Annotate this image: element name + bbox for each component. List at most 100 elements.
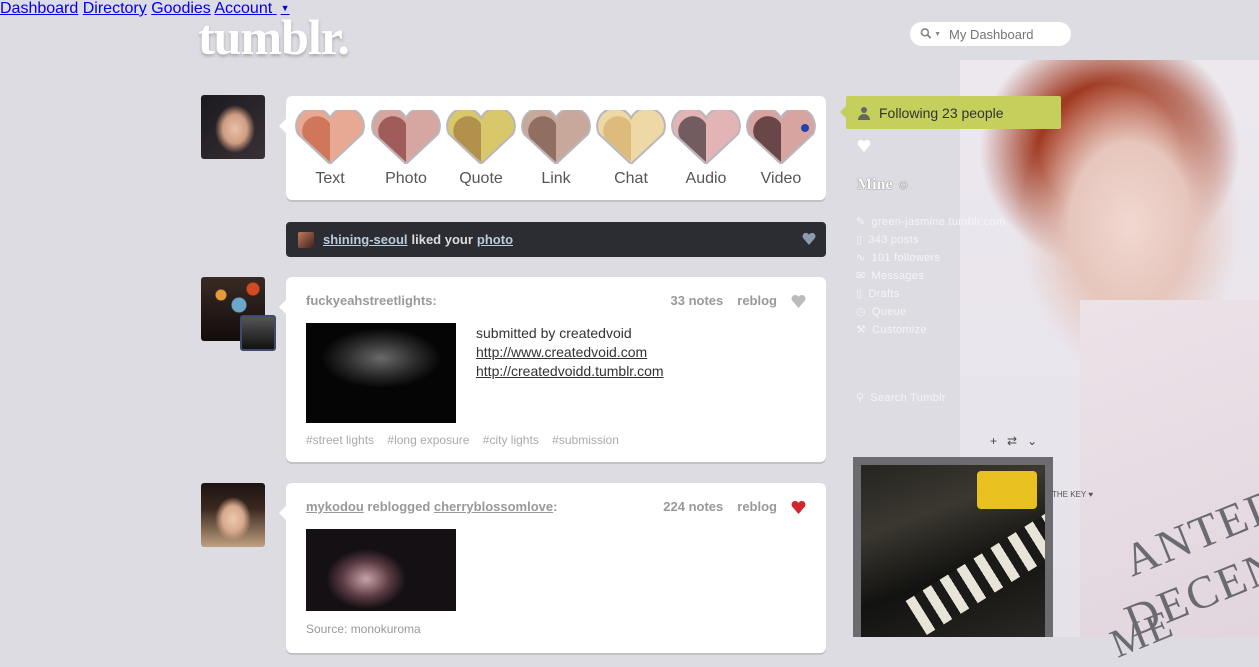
chevron-down-icon[interactable]: ⌄ <box>1027 434 1037 448</box>
link-heart-icon <box>521 110 591 164</box>
author-colon: : <box>553 499 558 514</box>
post-header: fuckyeahstreetlights: 33 notes reblog <box>306 293 806 308</box>
tag[interactable]: #street lights <box>306 433 374 447</box>
document-icon: ▯ <box>856 234 863 246</box>
post-type-photo[interactable]: Photo <box>369 110 443 188</box>
post-type-text-label: Text <box>315 170 345 187</box>
post-type-link[interactable]: Link <box>519 110 593 188</box>
following-pointer <box>840 106 846 118</box>
sidebar-item-blog[interactable]: ✎ green-jasmine.tumblr.com <box>856 215 1005 228</box>
reblog-icon[interactable]: ⇄ <box>1007 434 1017 448</box>
post-header: mykodou reblogged cherryblossomlove: 224… <box>306 499 806 514</box>
search-input[interactable] <box>947 25 1071 43</box>
tag[interactable]: #submission <box>552 433 619 447</box>
heart-icon <box>802 232 816 245</box>
chat-heart-icon <box>596 110 666 164</box>
post-body-text: submitted by createdvoid <box>476 325 632 341</box>
sidebar-item-customize[interactable]: ⚒ Customize <box>856 323 927 336</box>
tag[interactable]: #city lights <box>483 433 539 447</box>
post-type-video[interactable]: Video <box>744 110 818 188</box>
post-type-card: Text Photo Quote Link Chat Audio Video <box>279 96 826 200</box>
tag[interactable]: #long exposure <box>387 433 469 447</box>
plus-icon[interactable]: + <box>990 434 997 448</box>
nav-dashboard[interactable]: Dashboard <box>0 0 78 17</box>
notification-user-link[interactable]: shining-seoul <box>323 232 408 247</box>
notes-count[interactable]: 33 notes <box>671 293 724 308</box>
heart-icon: ♥ <box>1088 490 1094 499</box>
graph-icon: ∿ <box>856 252 866 264</box>
text-heart-icon <box>295 110 365 164</box>
sidebar-item-label: 343 posts <box>868 234 919 246</box>
reblog-source-user[interactable]: cherryblossomlove <box>434 499 553 514</box>
post-card-2: mykodou reblogged cherryblossomlove: 224… <box>279 483 826 653</box>
post-type-audio[interactable]: Audio <box>669 110 743 188</box>
sidebar-title: Mine ☺ <box>857 176 910 194</box>
like-heart-icon[interactable] <box>791 294 806 308</box>
sidebar-search-tumblr[interactable]: ⚲ Search Tumblr <box>856 391 946 404</box>
tumblr-logo[interactable]: tumblr. <box>198 8 350 66</box>
radar-preview[interactable] <box>853 457 1053 637</box>
smile-icon: ☺ <box>896 177 910 192</box>
post-type-quote-label: Quote <box>459 170 503 187</box>
post-tags: #street lights #long exposure #city ligh… <box>306 433 629 447</box>
post-photo[interactable] <box>306 323 456 423</box>
post-photo[interactable] <box>306 529 456 611</box>
sidebar-item-label: Customize <box>872 324 927 336</box>
reblog-button[interactable]: reblog <box>737 293 777 308</box>
nav-directory[interactable]: Directory <box>83 0 147 17</box>
reblog-button[interactable]: reblog <box>737 499 777 514</box>
card-pointer <box>279 505 287 521</box>
the-key-text: THE KEY ♥ <box>1052 490 1093 499</box>
sidebar-item-drafts[interactable]: ▯ Drafts <box>856 287 900 300</box>
post-type-audio-label: Audio <box>685 170 727 187</box>
audio-heart-icon <box>671 110 741 164</box>
post-author[interactable]: mykodou <box>306 499 364 514</box>
sidebar-search-label: Search Tumblr <box>870 392 946 404</box>
clock-icon: ◷ <box>856 306 866 318</box>
sidebar-item-messages[interactable]: ✉ Messages <box>856 269 924 282</box>
dashboard-search[interactable]: ▼ <box>910 22 1071 46</box>
sidebar-item-label: Queue <box>871 306 907 318</box>
reblogged-text: reblogged <box>367 499 431 514</box>
likes-heart-icon[interactable] <box>857 139 871 152</box>
post-type-quote[interactable]: Quote <box>444 110 518 188</box>
sidebar-item-followers[interactable]: ∿ 101 followers <box>856 251 940 264</box>
radar-photo-vehicle <box>977 471 1037 509</box>
search-icon: ⚲ <box>856 392 865 404</box>
post-type-photo-label: Photo <box>385 170 427 187</box>
sidebar-item-label: green-jasmine.tumblr.com <box>871 216 1006 228</box>
document-icon: ▯ <box>856 288 863 300</box>
post-author[interactable]: fuckyeahstreetlights: <box>306 293 437 308</box>
sidebar-item-posts[interactable]: ▯ 343 posts <box>856 233 919 246</box>
wrench-icon: ⚒ <box>856 324 867 336</box>
post-author-avatar[interactable] <box>201 483 265 547</box>
radar-photo-crosswalk <box>905 495 1045 635</box>
quote-heart-icon <box>446 110 516 164</box>
notification-bar: shining-seoul liked your photo <box>286 222 826 257</box>
video-heart-icon <box>746 110 816 164</box>
post-link-2[interactable]: http://createdvoidd.tumblr.com <box>476 363 664 379</box>
notification-text: liked your <box>411 232 473 247</box>
post-type-video-label: Video <box>760 170 802 187</box>
notes-count[interactable]: 224 notes <box>663 499 723 514</box>
post-body: submitted by createdvoid http://www.crea… <box>476 324 664 381</box>
sidebar-item-queue[interactable]: ◷ Queue <box>856 305 906 318</box>
search-icon <box>920 28 932 39</box>
top-nav: Dashboard Directory Goodies Account ▼ <box>0 0 1259 18</box>
envelope-icon: ✉ <box>856 270 866 282</box>
reblog-source-avatar[interactable] <box>240 315 276 351</box>
post-link-1[interactable]: http://www.createdvoid.com <box>476 344 647 360</box>
notification-avatar[interactable] <box>298 231 314 248</box>
post-type-text[interactable]: Text <box>293 110 367 188</box>
sidebar-item-label: Drafts <box>868 288 900 300</box>
following-link[interactable]: Following 23 people <box>840 96 1061 129</box>
post-type-chat[interactable]: Chat <box>594 110 668 188</box>
liked-heart-icon[interactable] <box>791 500 806 514</box>
card-pointer <box>279 118 287 134</box>
post-type-chat-label: Chat <box>614 170 648 187</box>
user-avatar[interactable] <box>201 95 265 159</box>
search-dropdown-icon[interactable]: ▼ <box>934 31 941 38</box>
person-icon <box>858 106 870 120</box>
edit-icon: ✎ <box>856 216 866 228</box>
notification-object-link[interactable]: photo <box>477 232 513 247</box>
